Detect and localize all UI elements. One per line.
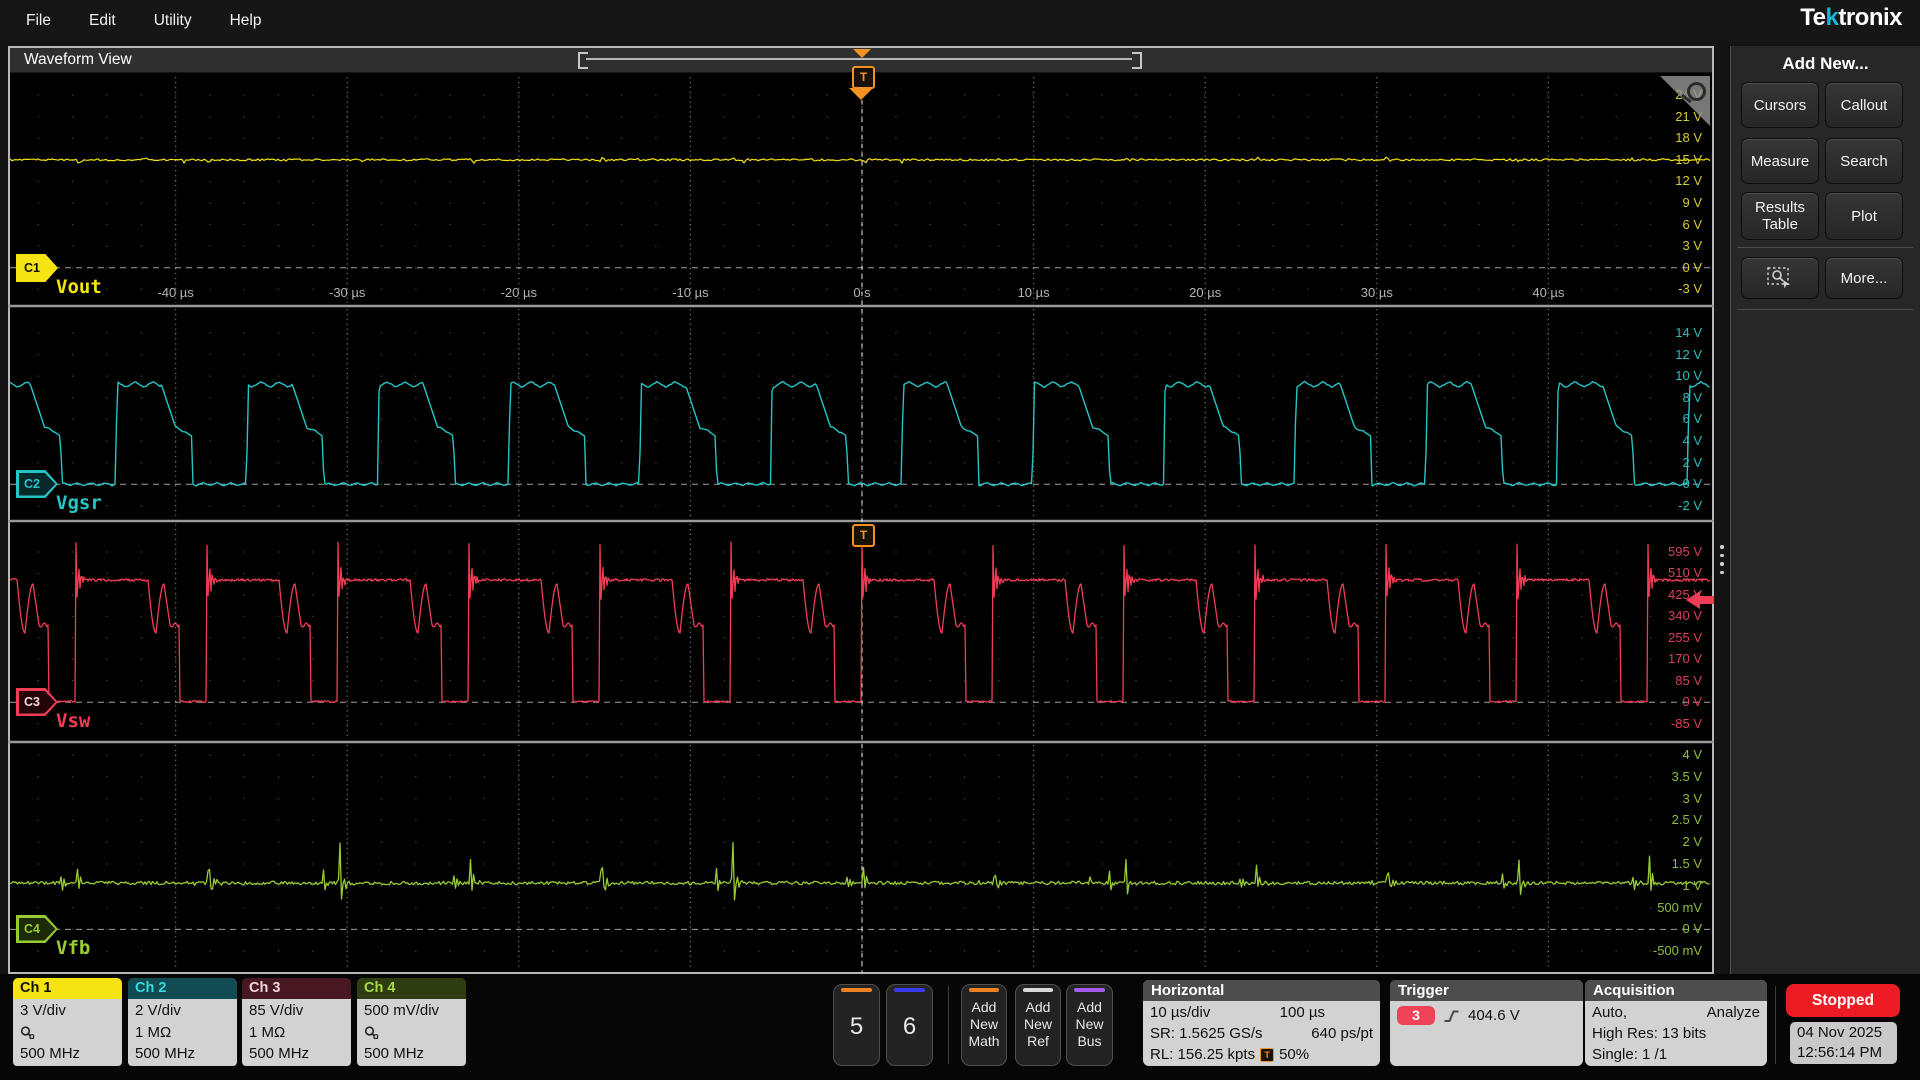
menu-bar: File Edit Utility Help Tektronix xyxy=(0,0,1920,42)
add-results-table-button[interactable]: Results Table xyxy=(1741,192,1819,240)
channel-badge-title: Ch 3 xyxy=(242,978,351,999)
channel-impedance: 1 MΩ xyxy=(249,1022,344,1044)
zoom-select-icon xyxy=(1765,265,1795,291)
channel-bandwidth: 500 MHz xyxy=(135,1043,230,1065)
zoom-select-button[interactable] xyxy=(1741,257,1819,299)
add-new-bus-button[interactable]: AddNewBus xyxy=(1066,984,1113,1066)
trigger-level-arrow-icon[interactable] xyxy=(1686,590,1714,610)
channel-coupling xyxy=(364,1022,459,1044)
panel-divider xyxy=(1737,309,1913,310)
acquisition-panel-title: Acquisition xyxy=(1585,980,1767,1001)
run-stop-status-button[interactable]: Stopped xyxy=(1786,984,1900,1017)
trigger-position-mini-icon: T xyxy=(1260,1048,1274,1062)
trigger-position-marker-icon[interactable] xyxy=(853,49,871,58)
channel-label-vout: Vout xyxy=(56,276,102,298)
channel-bandwidth: 500 MHz xyxy=(249,1043,344,1065)
datetime-box[interactable]: 04 Nov 2025 12:56:14 PM xyxy=(1790,1022,1897,1064)
more-button[interactable]: More... xyxy=(1825,257,1903,299)
add-new-ref-button[interactable]: AddNewRef xyxy=(1015,984,1061,1066)
bottom-settings-bar: Ch 1 3 V/div 500 MHz Ch 2 2 V/div 1 MΩ 5… xyxy=(0,974,1920,1080)
trigger-panel-title: Trigger xyxy=(1390,980,1583,1001)
slot-color-stripe xyxy=(841,988,872,992)
channel-marker-c3[interactable]: C3 xyxy=(16,688,58,716)
oscilloscope-screen: File Edit Utility Help Tektronix Wavefor… xyxy=(0,0,1920,1080)
channel-scale: 2 V/div xyxy=(135,1000,230,1022)
acquisition-mode: Auto, xyxy=(1592,1002,1627,1023)
pan-zoom-left-bracket-icon[interactable] xyxy=(578,52,588,69)
horizontal-panel[interactable]: Horizontal 10 µs/div 100 µs SR: 1.5625 GS… xyxy=(1143,980,1380,1066)
menu-file[interactable]: File xyxy=(26,12,51,30)
add-new-math-button[interactable]: AddNewMath xyxy=(961,984,1007,1066)
channel-label-vfb: Vfb xyxy=(56,937,90,959)
add-plot-button[interactable]: Plot xyxy=(1825,192,1903,240)
menu-edit[interactable]: Edit xyxy=(89,12,116,30)
channel-scale: 500 mV/div xyxy=(364,1000,459,1022)
slot-color-stripe xyxy=(1074,988,1105,992)
acquisition-panel[interactable]: Acquisition Auto, Analyze High Res: 13 bi… xyxy=(1585,980,1767,1066)
probe-icon xyxy=(364,1025,380,1040)
trigger-source-pill: 3 xyxy=(1397,1006,1435,1025)
channel-badge-ch1[interactable]: Ch 1 3 V/div 500 MHz xyxy=(13,978,122,1066)
panel-resize-handle[interactable] xyxy=(1718,545,1726,579)
acquisition-analyze: Analyze xyxy=(1707,1002,1760,1023)
trigger-source-badge[interactable]: T xyxy=(852,524,875,547)
channel-badge-ch4[interactable]: Ch 4 500 mV/div 500 MHz xyxy=(357,978,466,1066)
waveform-view-frame xyxy=(8,46,1714,974)
channel-bandwidth: 500 MHz xyxy=(20,1043,115,1065)
waveform-slot-5-button[interactable]: 5 xyxy=(833,984,880,1066)
channel-bandwidth: 500 MHz xyxy=(364,1043,459,1065)
trigger-position-arrow-icon[interactable] xyxy=(849,88,873,100)
channel-scale: 85 V/div xyxy=(249,1000,344,1022)
add-measure-button[interactable]: Measure xyxy=(1741,138,1819,184)
menu-utility[interactable]: Utility xyxy=(154,12,192,30)
horizontal-panel-title: Horizontal xyxy=(1143,980,1380,1001)
channel-scale: 3 V/div xyxy=(20,1000,115,1022)
rising-edge-icon xyxy=(1443,1008,1460,1024)
channel-marker-c1[interactable]: C1 xyxy=(16,254,58,282)
menu-help[interactable]: Help xyxy=(230,12,262,30)
pan-zoom-right-bracket-icon[interactable] xyxy=(1132,52,1142,69)
add-new-title: Add New... xyxy=(1731,54,1920,74)
channel-marker-c4[interactable]: C4 xyxy=(16,915,58,943)
add-callout-button[interactable]: Callout xyxy=(1825,82,1903,128)
bottom-bar-divider xyxy=(948,986,949,1064)
add-new-panel: Add New... Cursors Callout Measure Searc… xyxy=(1730,46,1920,974)
acquisition-single: Single: 1 /1 xyxy=(1592,1044,1760,1065)
channel-label-vsw: Vsw xyxy=(56,710,90,732)
waveform-view-title: Waveform View xyxy=(24,51,132,69)
slot-color-stripe xyxy=(969,988,999,992)
channel-marker-c2[interactable]: C2 xyxy=(16,470,58,498)
channel-impedance: 1 MΩ xyxy=(135,1022,230,1044)
channel-badge-ch2[interactable]: Ch 2 2 V/div 1 MΩ 500 MHz xyxy=(128,978,237,1066)
trigger-position-badge[interactable]: T xyxy=(852,66,875,89)
horizontal-pan-zoom-bar[interactable] xyxy=(586,58,1132,60)
date-label: 04 Nov 2025 xyxy=(1797,1023,1897,1043)
waveform-slot-6-button[interactable]: 6 xyxy=(886,984,933,1066)
channel-coupling xyxy=(20,1022,115,1044)
channel-badge-ch3[interactable]: Ch 3 85 V/div 1 MΩ 500 MHz xyxy=(242,978,351,1066)
bottom-bar-divider xyxy=(1775,986,1776,1064)
horizontal-position: 50% xyxy=(1279,1044,1309,1065)
tektronix-logo: Tektronix xyxy=(1800,4,1902,32)
add-cursors-button[interactable]: Cursors xyxy=(1741,82,1819,128)
channel-badge-title: Ch 1 xyxy=(13,978,122,999)
sample-rate: SR: 1.5625 GS/s xyxy=(1150,1023,1263,1044)
trigger-panel[interactable]: Trigger 3 404.6 V xyxy=(1390,980,1583,1066)
slot-color-stripe xyxy=(1023,988,1053,992)
add-search-button[interactable]: Search xyxy=(1825,138,1903,184)
channel-badge-title: Ch 4 xyxy=(357,978,466,999)
record-length: RL: 156.25 kpts xyxy=(1150,1044,1255,1065)
trigger-level: 404.6 V xyxy=(1468,1005,1520,1026)
panel-divider xyxy=(1737,247,1913,248)
probe-icon xyxy=(20,1025,36,1040)
magnifier-icon xyxy=(1687,82,1706,101)
time-label: 12:56:14 PM xyxy=(1797,1043,1897,1063)
sample-resolution: 640 ps/pt xyxy=(1311,1023,1373,1044)
acquisition-detail: High Res: 13 bits xyxy=(1592,1023,1760,1044)
channel-badge-title: Ch 2 xyxy=(128,978,237,999)
slot-color-stripe xyxy=(894,988,925,992)
horizontal-scale: 10 µs/div xyxy=(1150,1002,1210,1023)
channel-label-vgsr: Vgsr xyxy=(56,492,102,514)
horizontal-duration: 100 µs xyxy=(1280,1002,1325,1023)
